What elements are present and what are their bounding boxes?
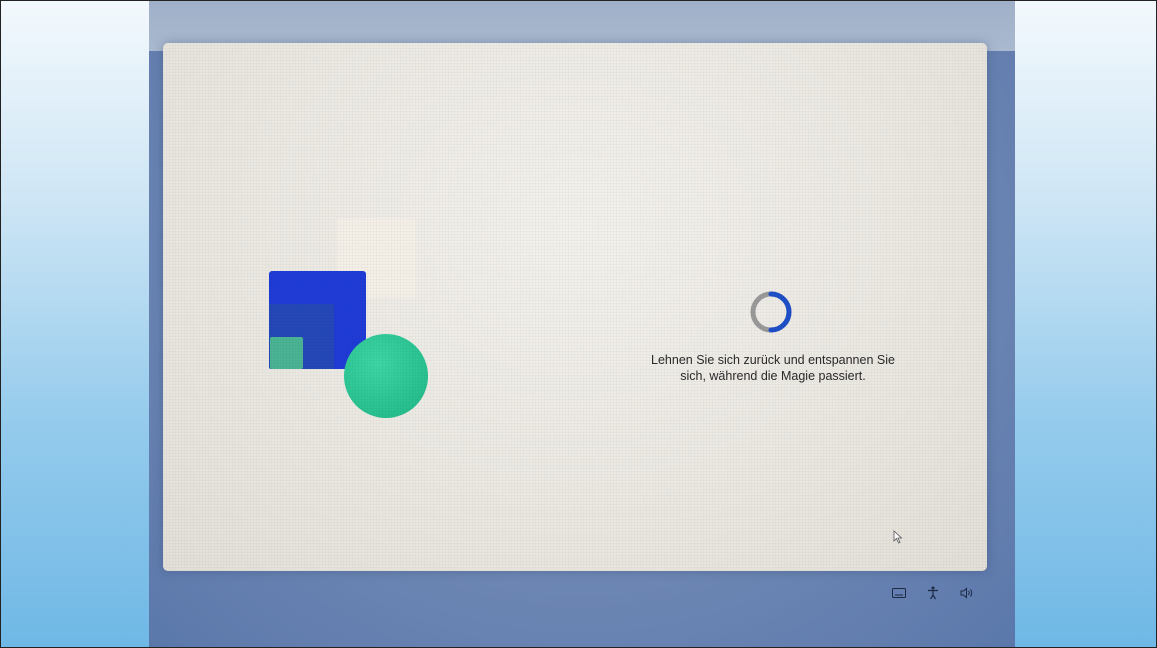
system-tray xyxy=(891,583,975,603)
accessibility-icon[interactable] xyxy=(925,585,941,601)
mouse-pointer-icon xyxy=(893,530,903,544)
volume-icon[interactable] xyxy=(959,585,975,601)
monitor-photo: Lehnen Sie sich zurück und entspannen Si… xyxy=(149,1,1015,647)
keyboard-icon[interactable] xyxy=(891,585,907,601)
loading-spinner-icon xyxy=(750,291,792,333)
message-line-1: Lehnen Sie sich zurück und entspannen Si… xyxy=(651,353,895,367)
slide-frame: Lehnen Sie sich zurück und entspannen Si… xyxy=(0,0,1157,648)
setup-screen: Lehnen Sie sich zurück und entspannen Si… xyxy=(163,43,987,571)
setup-status-message: Lehnen Sie sich zurück und entspannen Si… xyxy=(623,352,923,384)
message-line-2: sich, während die Magie passiert. xyxy=(680,369,866,383)
illustration-green-circle xyxy=(344,334,428,418)
illustration-green-square xyxy=(270,337,303,369)
